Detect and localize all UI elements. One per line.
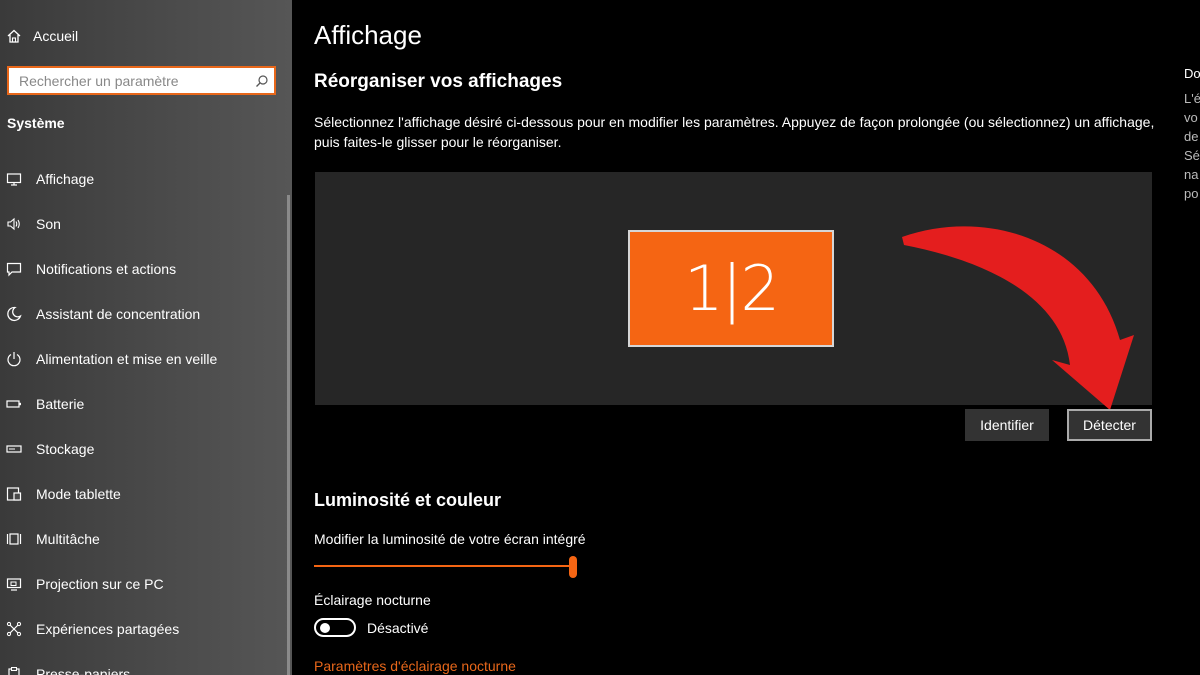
notification-icon [0, 261, 28, 277]
sidebar-item-label: Stockage [36, 440, 95, 457]
sidebar-item-label: Assistant de concentration [36, 305, 201, 322]
sidebar-scrollbar[interactable] [287, 195, 290, 675]
sidebar-item-label: Presse-papiers [36, 665, 131, 675]
night-light-label: Éclairage nocturne [314, 592, 431, 608]
sidebar-item-notifications[interactable]: Notifications et actions [0, 246, 287, 291]
search-box[interactable] [7, 66, 276, 95]
related-line: po [1184, 186, 1199, 201]
storage-icon [0, 441, 28, 457]
sidebar-item-label: Affichage [36, 170, 95, 187]
brightness-label: Modifier la luminosité de votre écran in… [314, 531, 586, 547]
sidebar-item-label: Mode tablette [36, 485, 121, 502]
sidebar-item-label: Projection sur ce PC [36, 575, 164, 592]
sidebar-item-label: Notifications et actions [36, 260, 177, 277]
night-light-settings-link[interactable]: Paramètres d'éclairage nocturne [314, 658, 516, 674]
home-link[interactable]: Accueil [0, 22, 78, 50]
rearrange-heading: Réorganiser vos affichages [314, 71, 563, 92]
related-line: na [1184, 167, 1199, 182]
clipboard-icon [0, 666, 28, 675]
projection-icon [0, 576, 28, 592]
toggle-knob [320, 623, 330, 633]
main-content: Affichage Réorganiser vos affichages Sél… [292, 0, 1200, 675]
sidebar-item-label: Multitâche [36, 530, 100, 547]
sidebar-item-tablette[interactable]: Mode tablette [0, 471, 287, 516]
sidebar-item-batterie[interactable]: Batterie [0, 381, 287, 426]
sidebar-item-presse-papiers[interactable]: Presse-papiers [0, 651, 287, 675]
sidebar-nav: Affichage Son Notifications et actions A… [0, 156, 287, 675]
home-icon [0, 28, 32, 44]
moon-icon [0, 306, 28, 322]
night-light-status: Désactivé [367, 620, 429, 636]
night-light-toggle[interactable] [314, 618, 356, 637]
sidebar-item-label: Alimentation et mise en veille [36, 350, 218, 367]
shared-icon [0, 621, 28, 637]
sidebar-item-label: Son [36, 215, 61, 232]
page-title: Affichage [314, 20, 422, 50]
power-icon [0, 351, 28, 367]
brightness-slider-track[interactable] [314, 565, 572, 567]
speaker-icon [0, 216, 28, 232]
search-icon[interactable] [250, 74, 274, 88]
related-title: Do [1184, 66, 1200, 81]
sidebar-item-projection[interactable]: Projection sur ce PC [0, 561, 287, 606]
sidebar-item-label: Batterie [36, 395, 85, 412]
sidebar-item-affichage[interactable]: Affichage [0, 156, 287, 201]
battery-icon [0, 396, 28, 412]
sidebar-item-label: Expériences partagées [36, 620, 180, 637]
related-line: de [1184, 129, 1199, 144]
search-input[interactable] [9, 68, 250, 93]
detect-button[interactable]: Détecter [1067, 409, 1152, 441]
home-label: Accueil [33, 28, 79, 44]
brightness-slider-thumb[interactable] [569, 556, 577, 578]
sidebar-item-concentration[interactable]: Assistant de concentration [0, 291, 287, 336]
related-settings-column: Do L'é vo de Sé na po [1184, 66, 1200, 203]
sidebar-item-multitache[interactable]: Multitâche [0, 516, 287, 561]
rearrange-description: Sélectionnez l'affichage désiré ci-desso… [314, 114, 1155, 150]
display-tile[interactable]: 1|2 [628, 230, 834, 347]
tablet-icon [0, 486, 28, 502]
related-line: Sé [1184, 148, 1200, 163]
display-number: 1|2 [684, 252, 780, 325]
sidebar: Accueil Système Affichage Son Notificati… [0, 0, 292, 675]
section-title: Système [7, 115, 65, 131]
multitask-icon [0, 531, 28, 547]
monitor-icon [0, 171, 28, 187]
sidebar-item-son[interactable]: Son [0, 201, 287, 246]
sidebar-item-stockage[interactable]: Stockage [0, 426, 287, 471]
brightness-heading: Luminosité et couleur [314, 490, 502, 510]
sidebar-item-alimentation[interactable]: Alimentation et mise en veille [0, 336, 287, 381]
related-line: vo [1184, 110, 1198, 125]
identify-button[interactable]: Identifier [965, 409, 1049, 441]
red-arrow-annotation [902, 226, 1134, 410]
related-line: L'é [1184, 91, 1200, 106]
sidebar-item-experiences[interactable]: Expériences partagées [0, 606, 287, 651]
